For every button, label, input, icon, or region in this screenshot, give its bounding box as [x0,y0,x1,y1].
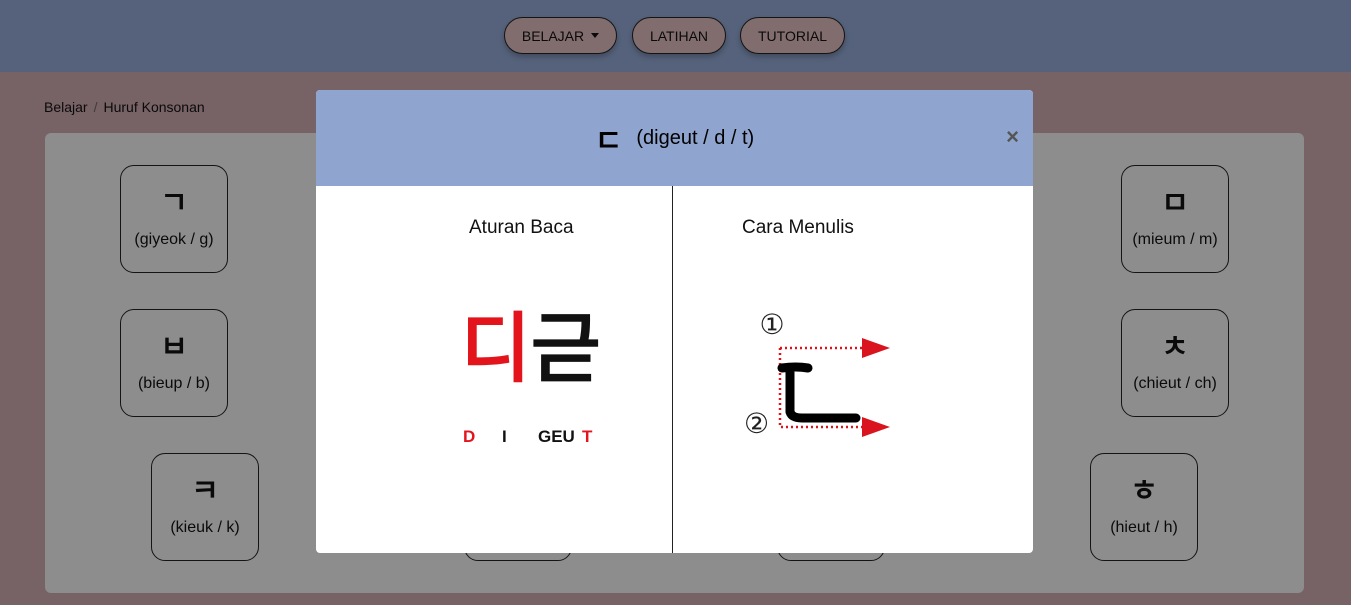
syllable-geut: 귿 [530,307,601,392]
column-divider [672,186,673,553]
arrow-right-icon [862,417,890,437]
writing-order-title: Cara Menulis [742,217,854,238]
arrow-right-icon [862,338,890,358]
pron-t: T [582,427,593,446]
modal-title: (digeut / d / t) [636,126,755,149]
consonant-detail-modal: ㄷ (digeut / d / t) × Aturan Baca 디귿 D I … [316,90,1033,553]
reading-rule-title: Aturan Baca [469,217,574,238]
digeut-stroke-glyph [777,362,861,423]
stroke-order-diagram: ① ② [744,308,890,440]
stroke-number-2: ② [744,407,769,440]
syllable-display: 디귿 [461,312,601,388]
stroke-number-1: ① [759,308,784,341]
pron-d: D [463,427,476,446]
close-icon[interactable]: × [1006,124,1019,150]
syllable-di: 디 [461,307,531,392]
modal-title-glyph: ㄷ [594,125,623,158]
pron-i: I [502,427,507,446]
pron-geu: GEU [538,427,575,446]
modal-header: ㄷ (digeut / d / t) × [316,90,1033,186]
